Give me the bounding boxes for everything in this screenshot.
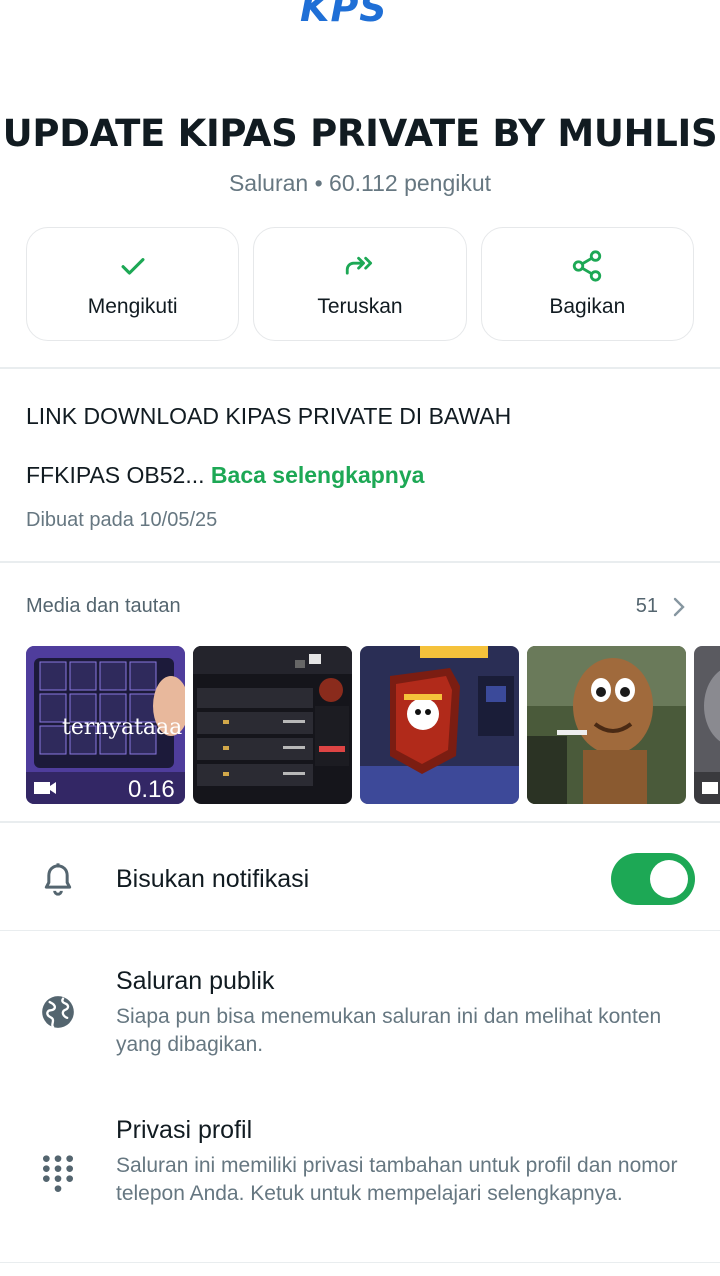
read-more-link[interactable]: Baca selengkapnya <box>211 462 425 488</box>
section-divider <box>0 367 720 369</box>
media-title: Media dan tautan <box>26 595 181 617</box>
media-thumb-image[interactable] <box>193 646 352 804</box>
media-thumb-image[interactable] <box>527 646 686 804</box>
action-buttons: Mengikuti Teruskan Bagikan <box>26 227 694 341</box>
forward-button[interactable]: Teruskan <box>253 227 467 341</box>
share-button[interactable]: Bagikan <box>480 227 694 341</box>
media-thumb-video[interactable]: ternyataaa 0.16 <box>26 646 185 804</box>
public-channel-description: Siapa pun bisa menemukan saluran ini dan… <box>116 1005 662 1056</box>
check-icon <box>121 258 145 275</box>
channel-logo: KPS <box>300 0 430 30</box>
globe-icon <box>42 996 74 1029</box>
description-line-1: LINK DOWNLOAD KIPAS PRIVATE DI BAWAH <box>26 403 512 429</box>
forward-label: Teruskan <box>317 295 403 318</box>
toggle-knob <box>650 860 688 898</box>
media-count-value: 51 <box>635 595 658 617</box>
public-channel-title: Saluran publik <box>116 967 275 995</box>
share-label: Bagikan <box>549 295 626 318</box>
divider <box>0 1262 720 1263</box>
section-divider <box>0 821 720 823</box>
created-date: Dibuat pada 10/05/25 <box>26 509 218 531</box>
following-label: Mengikuti <box>87 295 178 318</box>
logo-text: KPS <box>300 0 388 30</box>
profile-privacy-description: Saluran ini memiliki privasi tambahan un… <box>116 1154 678 1205</box>
mute-toggle[interactable] <box>611 853 695 905</box>
media-header[interactable]: Media dan tautan 51 <box>26 595 686 618</box>
channel-subtitle: Saluran • 60.112 pengikut <box>228 170 492 196</box>
following-button[interactable]: Mengikuti <box>26 227 240 341</box>
media-count: 51 <box>636 595 686 618</box>
dialpad-icon <box>43 1155 73 1192</box>
bell-icon <box>44 863 72 896</box>
media-thumb-video[interactable] <box>694 646 720 804</box>
media-thumb-image[interactable] <box>360 646 519 804</box>
media-thumbnails: ternyataaa 0.16 <box>26 646 720 804</box>
thumb-caption: ternyataaa <box>62 715 182 740</box>
video-duration: 0.16 <box>128 776 175 803</box>
mute-label: Bisukan notifikasi <box>116 865 310 893</box>
forward-icon <box>345 256 373 275</box>
divider <box>0 930 720 931</box>
chevron-right-icon <box>673 597 685 616</box>
description-text: FFKIPAS OB52... <box>26 462 205 488</box>
description-line-2: FFKIPAS OB52... Baca selengkapnya <box>26 462 424 489</box>
share-icon <box>573 250 602 282</box>
section-divider <box>0 561 720 563</box>
profile-privacy-title: Privasi profil <box>116 1116 253 1144</box>
channel-name: UPDATE KIPAS PRIVATE BY MUHLIS <box>2 112 718 155</box>
